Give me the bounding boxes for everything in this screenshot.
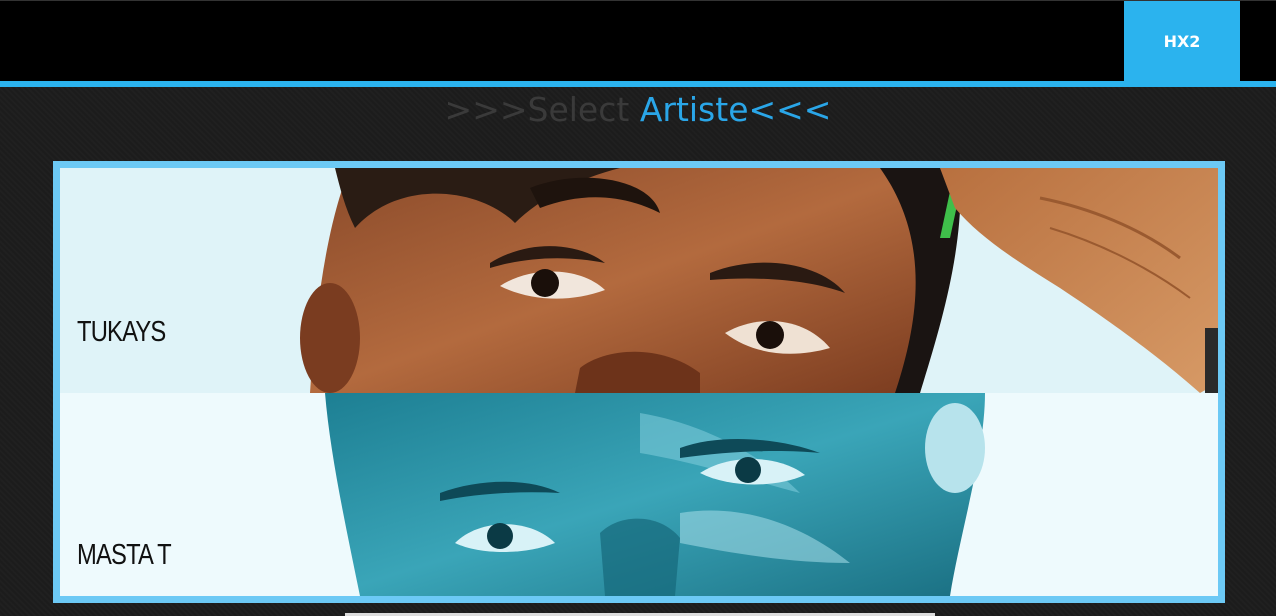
top-bar-accent-line bbox=[0, 81, 1276, 87]
artist-name-tukays: TUKAYS bbox=[77, 316, 166, 348]
title-prefix: >>> bbox=[444, 90, 528, 129]
top-bar bbox=[0, 0, 1276, 81]
page-title: >>>Select Artiste<<< bbox=[0, 88, 1276, 132]
artist-photo-masta-t bbox=[60, 393, 1218, 596]
title-select: Select bbox=[527, 90, 630, 129]
artist-panel: TUKAYS MASTA T bbox=[53, 161, 1225, 603]
artist-card-tukays[interactable]: TUKAYS bbox=[60, 168, 1218, 393]
hx2-tab-label: HX2 bbox=[1163, 32, 1201, 51]
hx2-tab[interactable]: HX2 bbox=[1124, 1, 1240, 82]
title-artiste: Artiste bbox=[639, 90, 749, 129]
title-suffix: <<< bbox=[748, 90, 832, 129]
artist-name-masta-t: MASTA T bbox=[77, 539, 172, 571]
page: HX2 >>>Select Artiste<<< TUKAYS MASTA T bbox=[0, 0, 1276, 616]
artist-photo-tukays bbox=[60, 168, 1218, 393]
artist-card-masta-t[interactable]: MASTA T bbox=[60, 393, 1218, 596]
artist-list: TUKAYS MASTA T bbox=[60, 168, 1218, 596]
